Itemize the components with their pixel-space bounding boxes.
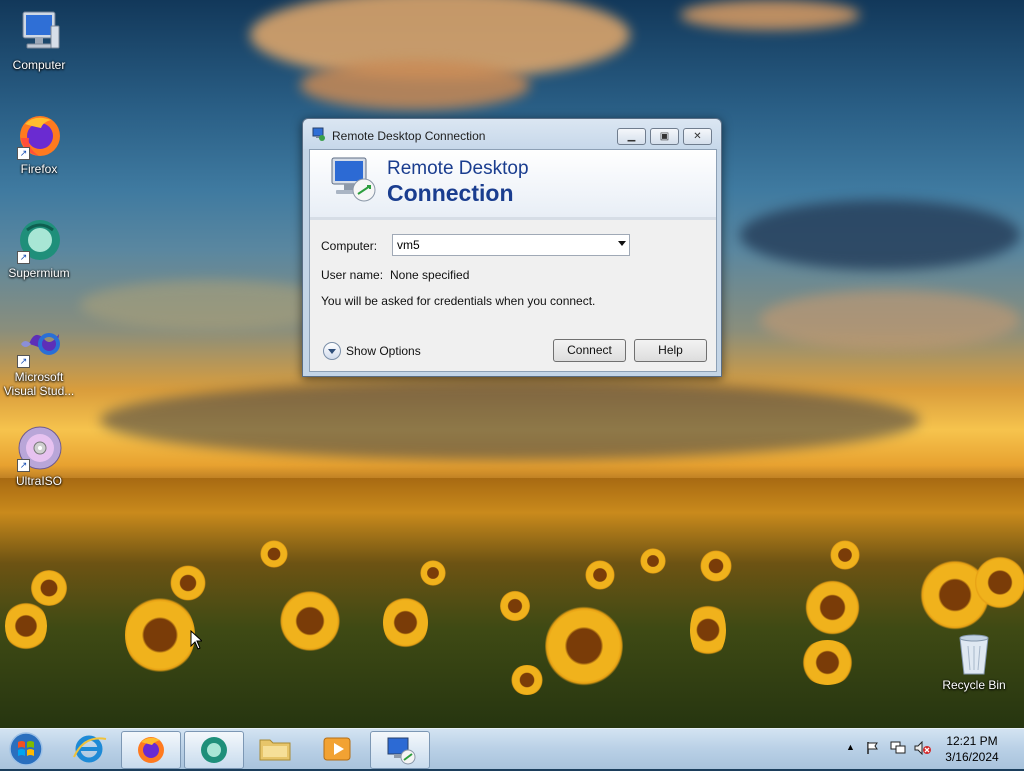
minimize-icon: ▁ bbox=[627, 131, 636, 142]
shortcut-arrow-icon: ↗ bbox=[17, 147, 30, 160]
banner-title-line2: Connection bbox=[387, 180, 514, 206]
internet-explorer-icon bbox=[73, 735, 107, 763]
minimize-button[interactable]: ▁ bbox=[617, 128, 646, 145]
firefox-icon: ↗ bbox=[15, 112, 63, 160]
windows-logo-icon bbox=[9, 732, 43, 766]
taskbar-remote-desktop[interactable] bbox=[370, 731, 430, 769]
taskbar-file-explorer[interactable] bbox=[246, 731, 304, 767]
connect-button[interactable]: Connect bbox=[553, 339, 626, 362]
username-value: None specified bbox=[390, 268, 470, 282]
remote-desktop-window: Remote Desktop Connection ▁ ▣ ✕ Remote D… bbox=[302, 118, 722, 377]
wallpaper-flower bbox=[545, 605, 623, 687]
visual-studio-icon: ↗ bbox=[15, 320, 63, 368]
shortcut-arrow-icon: ↗ bbox=[17, 355, 30, 368]
shortcut-arrow-icon: ↗ bbox=[17, 459, 30, 472]
desktop-icon-supermium[interactable]: ↗ Supermium bbox=[1, 216, 77, 280]
shortcut-arrow-icon: ↗ bbox=[17, 251, 30, 264]
computer-combobox[interactable]: vm5 bbox=[392, 234, 630, 256]
taskbar: ▲ 12:21 PM 3/16/2024 bbox=[0, 728, 1024, 769]
wallpaper-cloud bbox=[760, 290, 1020, 350]
volume-muted-icon[interactable] bbox=[914, 741, 932, 755]
computer-icon bbox=[15, 8, 63, 56]
wallpaper-cloud bbox=[680, 0, 860, 30]
dropdown-arrow-icon[interactable] bbox=[618, 241, 626, 246]
help-button[interactable]: Help bbox=[634, 339, 707, 362]
wallpaper-flower bbox=[800, 640, 855, 685]
taskbar-internet-explorer[interactable] bbox=[60, 731, 118, 767]
disc-icon: ↗ bbox=[15, 424, 63, 472]
taskbar-supermium[interactable] bbox=[184, 731, 244, 769]
wallpaper-cloud bbox=[300, 60, 530, 110]
wallpaper-flower bbox=[830, 540, 860, 570]
restore-button[interactable]: ▣ bbox=[650, 128, 679, 145]
show-options-chevron-icon[interactable] bbox=[323, 342, 341, 360]
window-banner: Remote Desktop Connection bbox=[310, 150, 716, 220]
desktop-icon-ultraiso[interactable]: ↗ UltraISO bbox=[1, 424, 77, 488]
wallpaper-flower bbox=[383, 595, 428, 650]
clock-time: 12:21 PM bbox=[946, 734, 998, 748]
supermium-icon bbox=[201, 737, 227, 763]
media-player-icon bbox=[323, 737, 351, 761]
wallpaper-flower bbox=[975, 555, 1024, 610]
remote-desktop-logo-icon bbox=[331, 157, 376, 202]
wallpaper-flower bbox=[690, 600, 726, 660]
wallpaper-flower bbox=[170, 565, 206, 601]
wallpaper-flower bbox=[585, 560, 615, 590]
remote-desktop-small-icon bbox=[312, 127, 325, 141]
credentials-info-text: You will be asked for credentials when y… bbox=[321, 294, 596, 308]
desktop-icon-label: Recycle Bin bbox=[942, 678, 1006, 692]
taskbar-media-player[interactable] bbox=[308, 731, 366, 767]
clock-date: 3/16/2024 bbox=[945, 750, 999, 764]
desktop-icon-recycle-bin[interactable]: Recycle Bin bbox=[936, 632, 1012, 692]
wallpaper-flower bbox=[280, 590, 340, 652]
wallpaper-flower bbox=[420, 560, 446, 586]
start-button[interactable] bbox=[4, 731, 48, 767]
close-icon: ✕ bbox=[693, 131, 702, 142]
flag-icon[interactable] bbox=[866, 741, 880, 755]
network-icon[interactable] bbox=[890, 741, 906, 755]
desktop-icon-label: Firefox bbox=[20, 162, 58, 176]
wallpaper-flower bbox=[510, 665, 544, 695]
banner-title-line1: Remote Desktop bbox=[387, 158, 529, 179]
folder-icon bbox=[259, 739, 291, 761]
username-label: User name: bbox=[321, 268, 384, 282]
restore-icon: ▣ bbox=[659, 131, 670, 142]
mouse-cursor-icon bbox=[190, 630, 202, 650]
desktop-icon-firefox[interactable]: ↗ Firefox bbox=[1, 112, 77, 176]
window-client-area: Remote Desktop Connection Computer: vm5 … bbox=[309, 149, 717, 372]
computer-value[interactable]: vm5 bbox=[397, 238, 420, 252]
wallpaper-flower bbox=[30, 570, 68, 606]
wallpaper-flower bbox=[700, 550, 732, 582]
desktop-icon-label: UltraISO bbox=[15, 474, 62, 488]
wallpaper-flower bbox=[5, 600, 47, 652]
desktop-icon-label: Microsoft Visual Stud... bbox=[3, 370, 75, 398]
wallpaper-flower bbox=[500, 590, 530, 622]
wallpaper-cloud bbox=[740, 200, 1020, 270]
desktop-icon-label: Computer bbox=[12, 58, 66, 72]
show-options-link[interactable]: Show Options bbox=[346, 344, 421, 358]
firefox-icon bbox=[138, 737, 164, 763]
computer-label: Computer: bbox=[321, 239, 378, 253]
desktop-icon-visual-studio[interactable]: ↗ Microsoft Visual Stud... bbox=[1, 320, 77, 398]
wallpaper-flower bbox=[640, 548, 666, 574]
window-titlebar[interactable]: Remote Desktop Connection ▁ ▣ ✕ bbox=[303, 119, 721, 149]
wallpaper-cloud bbox=[80, 280, 340, 330]
wallpaper-cloud bbox=[100, 380, 920, 460]
close-button[interactable]: ✕ bbox=[683, 128, 712, 145]
wallpaper-flower bbox=[805, 580, 860, 635]
taskbar-firefox[interactable] bbox=[121, 731, 181, 769]
supermium-icon: ↗ bbox=[15, 216, 63, 264]
recycle-bin-icon bbox=[954, 632, 994, 676]
desktop-icon-computer[interactable]: Computer bbox=[1, 8, 77, 72]
remote-desktop-icon bbox=[387, 737, 416, 765]
taskbar-clock[interactable]: 12:21 PM 3/16/2024 bbox=[936, 733, 1008, 765]
wallpaper-flower bbox=[125, 595, 195, 675]
wallpaper-flower bbox=[260, 540, 288, 568]
window-title: Remote Desktop Connection bbox=[332, 129, 486, 143]
chevron-up-icon[interactable]: ▲ bbox=[846, 742, 855, 752]
desktop-icon-label: Supermium bbox=[8, 266, 70, 280]
